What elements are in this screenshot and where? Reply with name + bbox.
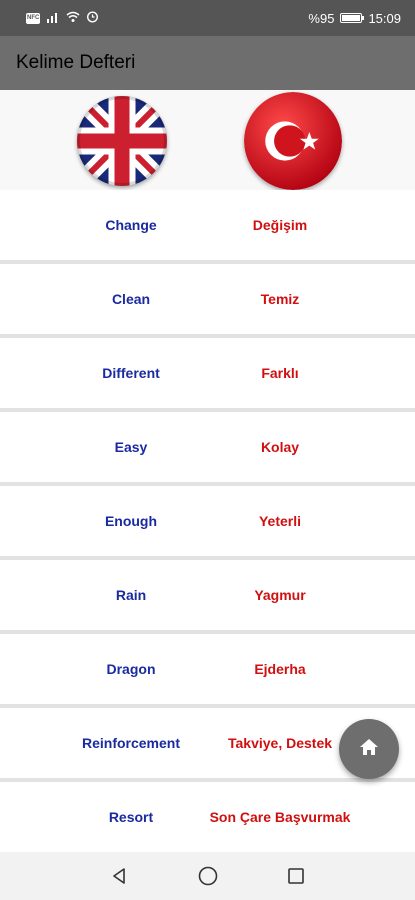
word-row[interactable]: Dragon Ejderha xyxy=(0,634,415,708)
word-row[interactable]: Change Değişim xyxy=(0,190,415,264)
app-title: Kelime Defteri xyxy=(16,52,136,73)
word-row[interactable]: Different Farklı xyxy=(0,338,415,412)
turkish-word: Son Çare Başvurmak xyxy=(209,809,351,825)
turkish-word: Temiz xyxy=(260,291,300,307)
turkish-word: Değişim xyxy=(252,217,308,233)
home-icon xyxy=(359,738,379,761)
recent-apps-icon[interactable] xyxy=(284,864,308,888)
battery-icon xyxy=(340,13,365,23)
signal-icon xyxy=(46,11,60,26)
battery-percent: %95 xyxy=(308,10,335,26)
turkish-word: Yagmur xyxy=(254,587,306,603)
app-bar: Kelime Defteri xyxy=(0,36,415,90)
home-circle-icon[interactable] xyxy=(196,864,220,888)
turkish-word: Ejderha xyxy=(254,661,306,677)
word-row[interactable]: Easy Kolay xyxy=(0,412,415,486)
status-bar: NFC %95 15:09 xyxy=(0,0,415,36)
status-right-info: %95 15:09 xyxy=(308,11,401,26)
status-left-icons: NFC xyxy=(26,10,99,26)
word-row[interactable]: Resort Son Çare Başvurmak xyxy=(0,782,415,856)
battery-level xyxy=(342,15,360,21)
turkish-word: Yeterli xyxy=(258,513,302,529)
turkish-word: Kolay xyxy=(260,439,300,455)
clock: 15:09 xyxy=(368,10,401,26)
word-row[interactable]: Rain Yagmur xyxy=(0,560,415,634)
home-fab-button[interactable] xyxy=(339,719,399,779)
system-navigation-bar xyxy=(0,852,415,900)
turkey-flag-icon xyxy=(244,92,342,190)
wifi-icon xyxy=(66,11,80,26)
turkish-word: Farklı xyxy=(261,365,299,381)
alarm-icon xyxy=(86,10,99,26)
uk-flag-icon xyxy=(77,96,167,186)
word-row[interactable]: Enough Yeterli xyxy=(0,486,415,560)
language-flags-header xyxy=(0,90,415,190)
back-icon[interactable] xyxy=(107,864,131,888)
word-row[interactable]: Clean Temiz xyxy=(0,264,415,338)
nfc-icon: NFC xyxy=(26,12,40,24)
